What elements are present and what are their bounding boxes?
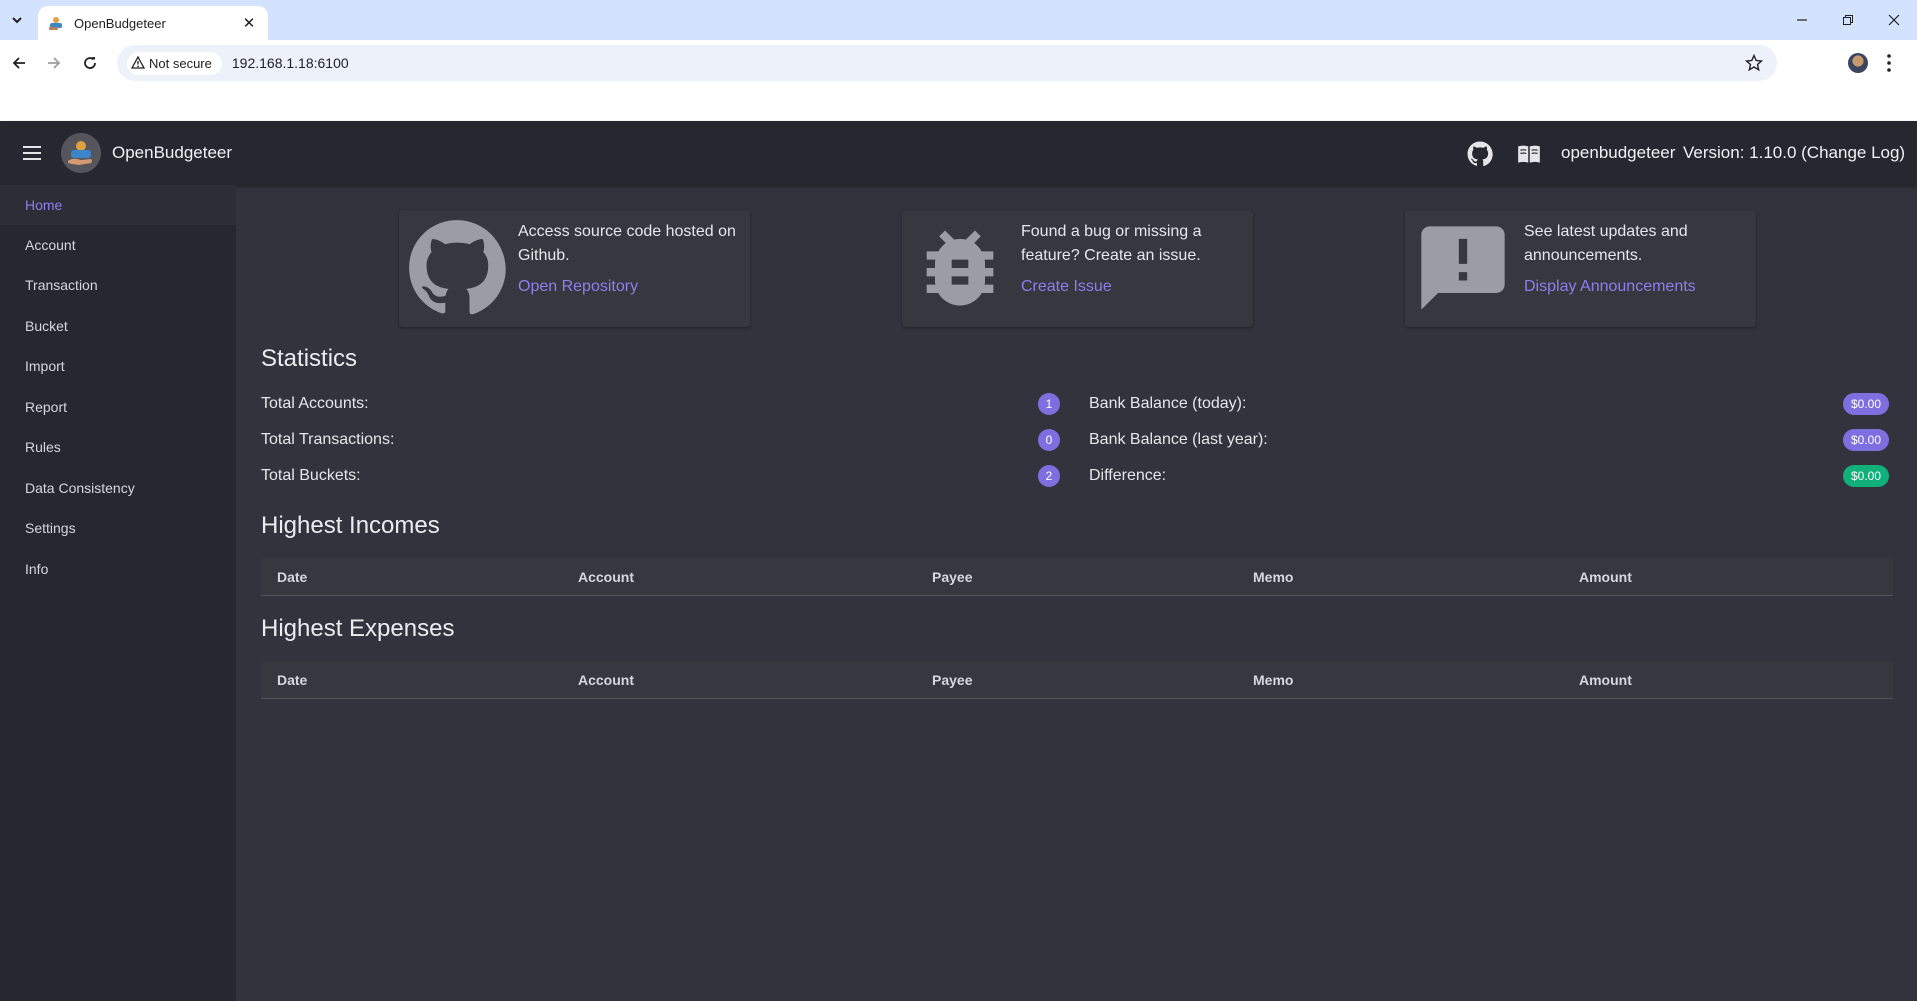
sidebar-item-bucket[interactable]: Bucket — [0, 306, 236, 346]
difference-badge: $0.00 — [1842, 465, 1889, 487]
reload-button[interactable] — [76, 49, 104, 77]
tab-close-icon[interactable]: ✕ — [240, 14, 258, 32]
browser-tab[interactable]: OpenBudgeteer ✕ — [38, 6, 268, 40]
url-text: 192.168.1.18:6100 — [231, 55, 349, 71]
expenses-col-amount: Amount — [1579, 672, 1632, 688]
incomes-col-account: Account — [578, 569, 634, 585]
chevron-down-icon — [12, 17, 22, 24]
bank-balance-last-year-label: Bank Balance (last year): — [1089, 431, 1268, 448]
sidebar-item-data-consistency[interactable]: Data Consistency — [0, 468, 236, 508]
display-announcements-link[interactable]: Display Announcements — [1524, 278, 1696, 296]
expenses-col-payee: Payee — [932, 672, 973, 688]
incomes-col-memo: Memo — [1253, 569, 1294, 585]
app-title: OpenBudgeteer — [112, 143, 233, 162]
main-content: Access source code hosted on Github. Ope… — [236, 185, 1917, 1001]
sidebar-item-import[interactable]: Import — [0, 346, 236, 386]
profile-avatar[interactable] — [1848, 53, 1868, 73]
total-buckets-label: Total Buckets: — [261, 467, 361, 484]
close-icon — [1888, 14, 1900, 26]
forward-button[interactable] — [40, 49, 68, 77]
browser-toolbar: Not secure 192.168.1.18:6100 — [0, 40, 1917, 86]
version-label[interactable]: Version: 1.10.0 (Change Log) — [1683, 143, 1905, 163]
forward-arrow-icon — [48, 57, 61, 69]
sidebar-item-report[interactable]: Report — [0, 387, 236, 427]
close-window-button[interactable] — [1874, 8, 1914, 32]
sidebar-item-settings[interactable]: Settings — [0, 508, 236, 548]
app-logo[interactable] — [61, 133, 101, 173]
bank-balance-today-label: Bank Balance (today): — [1089, 395, 1247, 412]
expenses-col-date: Date — [277, 672, 308, 688]
bank-balance-last-year-badge: $0.00 — [1842, 429, 1889, 451]
logo-icon — [61, 133, 101, 173]
security-label: Not secure — [149, 55, 212, 71]
highest-incomes-title: Highest Incomes — [261, 512, 440, 539]
sidebar-item-home[interactable]: Home — [0, 185, 236, 225]
sidebar-item-transaction[interactable]: Transaction — [0, 265, 236, 305]
openbudgeteer-favicon — [49, 17, 62, 30]
restore-icon — [1843, 15, 1853, 25]
username-label: openbudgeteer — [1561, 143, 1676, 162]
issue-card: Found a bug or missing a feature? Create… — [902, 210, 1253, 327]
bug-icon — [926, 230, 994, 306]
difference-label: Difference: — [1089, 467, 1167, 484]
tab-search-button[interactable] — [4, 8, 30, 32]
repository-card: Access source code hosted on Github. Ope… — [399, 210, 750, 327]
browser-tab-strip: OpenBudgeteer ✕ — [0, 0, 1917, 40]
sidebar-item-account[interactable]: Account — [0, 225, 236, 265]
hamburger-menu-icon[interactable] — [20, 141, 46, 165]
open-repository-link[interactable]: Open Repository — [518, 278, 638, 296]
incomes-col-date: Date — [277, 569, 308, 585]
bookmark-star-icon[interactable] — [1745, 54, 1763, 72]
bank-balance-today-badge: $0.00 — [1842, 393, 1889, 415]
expenses-table-header: Date Account Payee Memo Amount — [261, 661, 1893, 699]
expenses-col-memo: Memo — [1253, 672, 1294, 688]
tab-title: OpenBudgeteer — [74, 15, 166, 31]
app-bar: OpenBudgeteer openbudgeteer Version: 1.1… — [0, 121, 1917, 185]
incomes-col-payee: Payee — [932, 569, 973, 585]
page-top-spacer — [0, 86, 1917, 121]
warning-icon — [131, 56, 145, 69]
incomes-table-header: Date Account Payee Memo Amount — [261, 558, 1893, 596]
repository-card-text: Access source code hosted on Github. — [518, 223, 736, 264]
statistics-title: Statistics — [261, 345, 358, 372]
back-button[interactable] — [5, 49, 33, 77]
minimize-icon — [1797, 19, 1807, 21]
total-buckets-badge: 2 — [1038, 465, 1060, 487]
github-icon[interactable] — [1467, 141, 1493, 167]
highest-expenses-title: Highest Expenses — [261, 615, 455, 642]
announcements-card: See latest updates and announcements. Di… — [1405, 210, 1756, 327]
reload-icon — [84, 57, 96, 69]
incomes-col-amount: Amount — [1579, 569, 1632, 585]
issue-card-text: Found a bug or missing a feature? Create… — [1021, 223, 1202, 264]
total-accounts-label: Total Accounts: — [261, 395, 369, 412]
total-accounts-badge: 1 — [1038, 393, 1060, 415]
security-indicator[interactable]: Not secure — [127, 51, 222, 75]
expenses-col-account: Account — [578, 672, 634, 688]
back-arrow-icon — [12, 57, 25, 69]
book-icon[interactable] — [1516, 141, 1542, 167]
address-bar[interactable]: Not secure 192.168.1.18:6100 — [117, 45, 1777, 81]
announcements-card-text: See latest updates and announcements. — [1524, 223, 1688, 264]
restore-button[interactable] — [1828, 8, 1868, 32]
github-icon — [409, 220, 506, 315]
sidebar-item-info[interactable]: Info — [0, 549, 236, 589]
more-menu-icon[interactable] — [1886, 52, 1892, 74]
minimize-button[interactable] — [1782, 8, 1822, 32]
announcement-icon — [1421, 226, 1505, 310]
sidebar: Home Account Transaction Bucket Import R… — [0, 185, 236, 1001]
sidebar-item-rules[interactable]: Rules — [0, 427, 236, 467]
total-transactions-label: Total Transactions: — [261, 431, 395, 448]
total-transactions-badge: 0 — [1038, 429, 1060, 451]
create-issue-link[interactable]: Create Issue — [1021, 278, 1112, 296]
